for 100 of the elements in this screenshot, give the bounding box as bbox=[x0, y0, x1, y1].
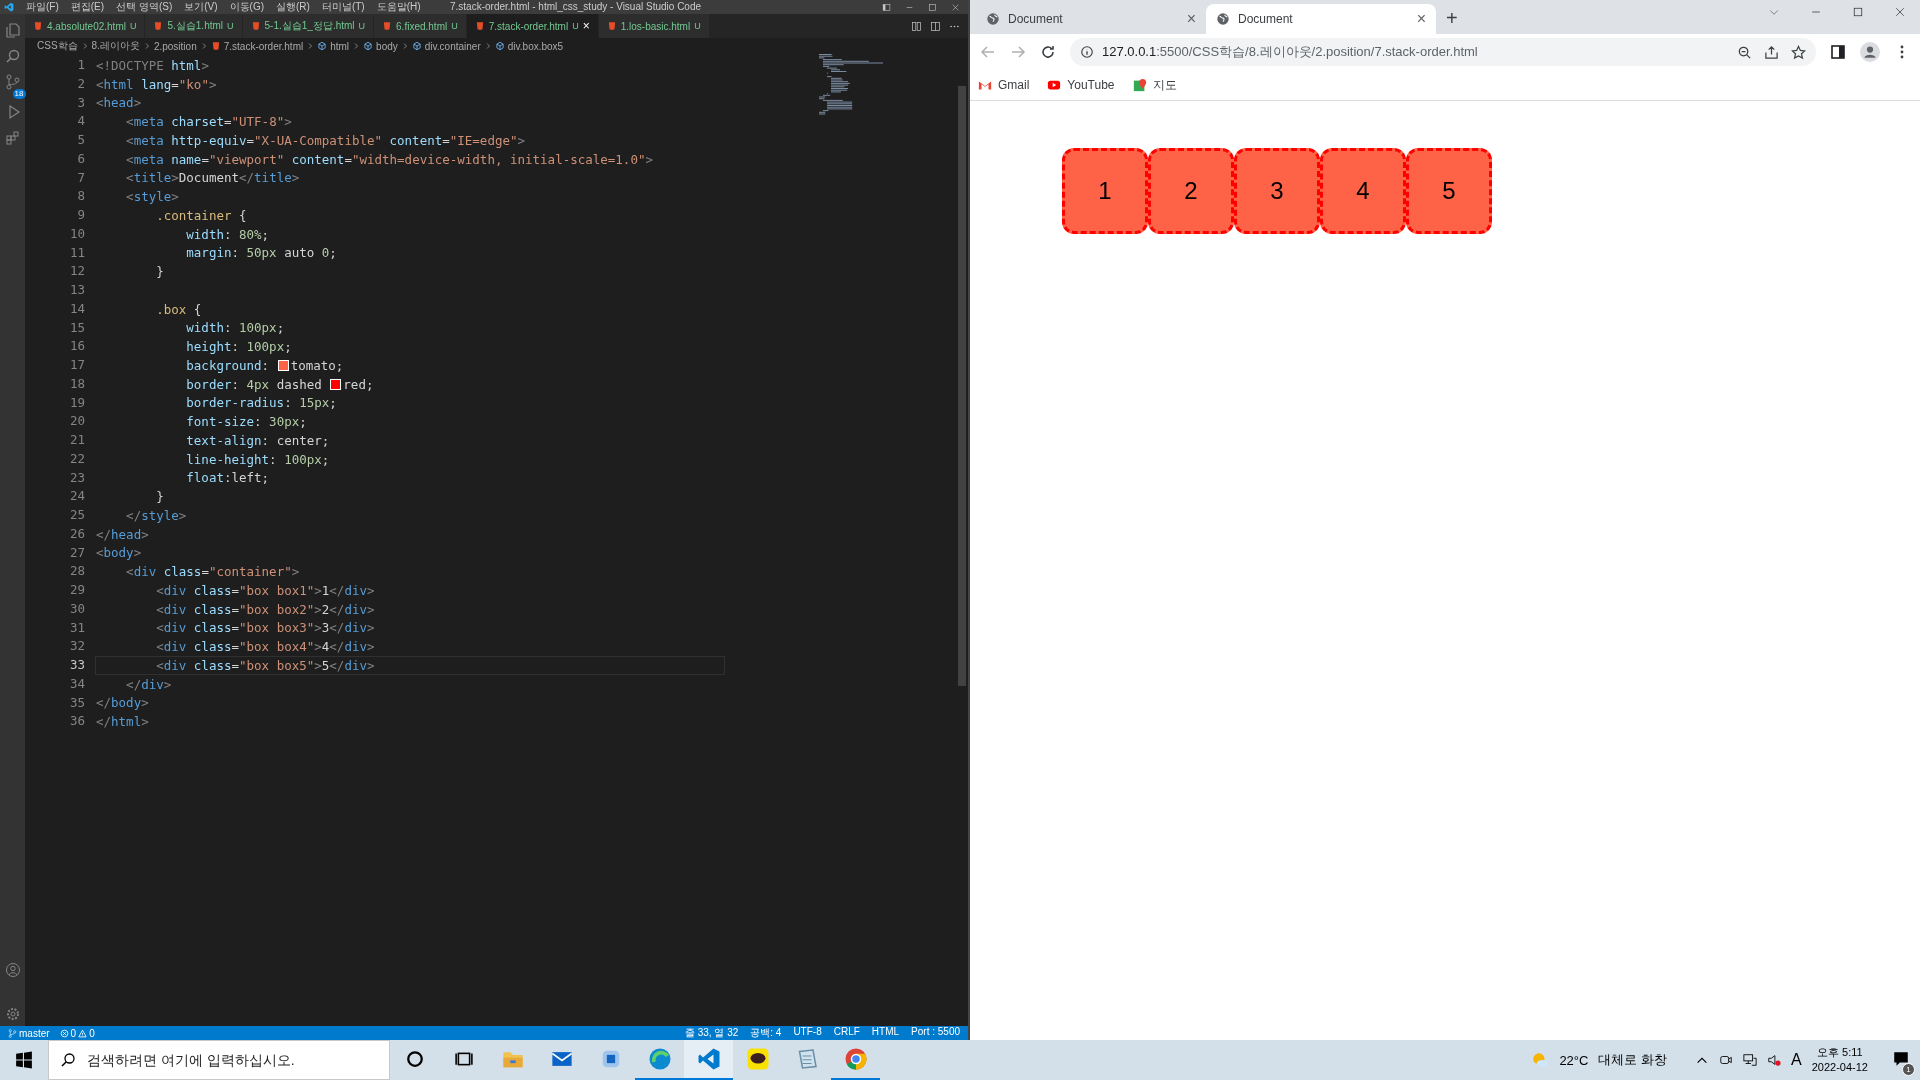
account-icon[interactable] bbox=[4, 962, 21, 978]
edge-icon[interactable] bbox=[647, 1047, 672, 1071]
chat-bubble-icon[interactable] bbox=[745, 1047, 770, 1071]
encoding-label[interactable]: UTF-8 bbox=[793, 1026, 822, 1040]
menu-item[interactable]: 편집(E) bbox=[70, 0, 105, 14]
map-pin-icon[interactable] bbox=[1132, 78, 1147, 92]
line-number: 2 bbox=[76, 74, 86, 93]
editor-tab[interactable]: 5.실습1.html U bbox=[145, 14, 243, 38]
code-text: red; bbox=[343, 375, 374, 393]
task-view-icon[interactable] bbox=[454, 1050, 473, 1068]
menu-item[interactable]: 실행(R) bbox=[276, 0, 310, 14]
editor-tab[interactable]: 5-1.실습1_정답.html U bbox=[242, 14, 375, 38]
breadcrumb-item[interactable]: div.container bbox=[424, 40, 481, 52]
code-line: float:left; bbox=[185, 469, 270, 487]
weather-text[interactable]: 대체로 화창 bbox=[1598, 1051, 1668, 1069]
tab-label: 4.absolute02.html bbox=[47, 20, 126, 32]
side-panel-icon[interactable] bbox=[1830, 44, 1846, 60]
star-icon[interactable] bbox=[1791, 44, 1806, 60]
language-label[interactable]: HTML bbox=[871, 1026, 900, 1040]
breadcrumb-item[interactable]: 8.레이아웃 bbox=[91, 39, 140, 53]
menu-item[interactable]: 보기(V) bbox=[184, 0, 218, 14]
maximize-icon[interactable] bbox=[1852, 6, 1864, 18]
numbered-box: 1 bbox=[1062, 148, 1148, 234]
editor-tab[interactable]: 1.los-basic.html U bbox=[598, 14, 710, 38]
temperature[interactable]: 22°C bbox=[1559, 1052, 1589, 1068]
menu-item[interactable]: 이동(G) bbox=[229, 0, 265, 14]
close-button[interactable]: × bbox=[1186, 10, 1196, 28]
color-swatch-icon[interactable] bbox=[330, 378, 342, 390]
source-control-icon[interactable] bbox=[4, 74, 21, 90]
code-text: tomato; bbox=[290, 356, 344, 374]
branch-icon[interactable] bbox=[8, 1028, 17, 1038]
editor-tab[interactable]: 7.stack-order.html U × bbox=[466, 14, 599, 38]
warning-icon[interactable] bbox=[78, 1028, 88, 1038]
breadcrumb-item[interactable]: 7.stack-order.html bbox=[223, 40, 304, 52]
editor-tab[interactable]: 4.absolute02.html U bbox=[25, 14, 146, 38]
line-number: 35 bbox=[68, 693, 86, 712]
bookmark[interactable]: Gmail bbox=[978, 78, 1030, 92]
bookmark[interactable]: YouTube bbox=[1047, 78, 1115, 92]
code-line: text-align: center; bbox=[185, 431, 330, 449]
windows-logo-icon[interactable] bbox=[15, 1051, 33, 1069]
code-line: width: 80%; bbox=[185, 225, 270, 243]
zoom-out-icon[interactable] bbox=[1737, 44, 1752, 60]
reload-icon[interactable] bbox=[1040, 44, 1056, 60]
profile-icon[interactable] bbox=[1860, 42, 1880, 62]
indent-setting[interactable]: 공백: 4 bbox=[750, 1026, 782, 1040]
search-field[interactable]: 검색하려면 여기에 입력하십시오. bbox=[48, 1040, 390, 1080]
breadcrumb-item[interactable]: html bbox=[330, 40, 350, 52]
new-tab-button[interactable]: + bbox=[1446, 7, 1458, 30]
address-bar[interactable]: 127.0.0.1:5500/CSS학습/8.레이아웃/2.position/7.stack-order.html bbox=[1070, 38, 1816, 66]
menu-item[interactable]: 파일(F) bbox=[26, 0, 59, 14]
cursor-position[interactable]: 줄 33, 열 32 bbox=[684, 1026, 739, 1040]
share-icon[interactable] bbox=[1764, 44, 1779, 60]
extensions-icon[interactable] bbox=[4, 130, 21, 146]
bookmark[interactable]: 지도 bbox=[1132, 76, 1177, 94]
browser-tab[interactable]: Document × bbox=[1206, 4, 1436, 34]
code-line: font-size: 30px; bbox=[185, 413, 307, 431]
speaker-muted-icon[interactable] bbox=[1767, 1053, 1782, 1067]
breadcrumb-item[interactable]: div.box.box5 bbox=[507, 40, 564, 52]
chevron-right-icon bbox=[306, 42, 315, 50]
browser-tab[interactable]: Document × bbox=[976, 4, 1206, 34]
error-icon[interactable] bbox=[59, 1028, 69, 1038]
numbered-box: 4 bbox=[1320, 148, 1406, 234]
branch-label[interactable]: master bbox=[19, 1027, 50, 1039]
live-server-port[interactable]: Port : 5500 bbox=[911, 1026, 960, 1040]
clock[interactable]: 오후 5:11 2022-04-12 bbox=[1811, 1045, 1868, 1075]
status-letter: U bbox=[451, 21, 458, 31]
menu-item[interactable]: 터미널(T) bbox=[321, 0, 365, 14]
search-icon[interactable] bbox=[4, 48, 21, 64]
circle-icon[interactable] bbox=[405, 1050, 424, 1068]
breadcrumb-item[interactable]: body bbox=[376, 40, 398, 52]
ime-indicator[interactable]: A bbox=[1791, 1051, 1802, 1069]
close-icon[interactable] bbox=[1894, 6, 1906, 18]
files-icon[interactable] bbox=[4, 22, 21, 38]
close-button[interactable]: × bbox=[582, 19, 590, 33]
menu-item[interactable]: 선택 영역(S) bbox=[116, 0, 173, 14]
error-count[interactable]: 0 bbox=[70, 1027, 77, 1039]
close-button[interactable]: × bbox=[1416, 10, 1426, 28]
code-line: </div> bbox=[125, 675, 172, 693]
breadcrumb-item[interactable]: 2.position bbox=[153, 40, 197, 52]
menu-item[interactable]: 도움말(H) bbox=[376, 0, 421, 14]
notification-badge: 1 bbox=[1902, 1062, 1915, 1076]
vscode-icon[interactable] bbox=[696, 1047, 721, 1071]
play-icon[interactable] bbox=[1047, 78, 1062, 92]
line-number: 12 bbox=[68, 262, 86, 281]
split-editor-icon[interactable] bbox=[930, 20, 941, 32]
layout-icon[interactable] bbox=[882, 2, 891, 12]
eol-label[interactable]: CRLF bbox=[833, 1026, 860, 1040]
breadcrumb-item[interactable]: CSS학습 bbox=[37, 39, 78, 53]
camera-icon[interactable] bbox=[1719, 1053, 1734, 1067]
notification-icon[interactable] bbox=[1892, 1049, 1910, 1068]
chrome-icon[interactable] bbox=[843, 1047, 868, 1071]
tab-label: 5-1.실습1_정답.html bbox=[264, 19, 355, 33]
scrollbar-thumb[interactable] bbox=[958, 86, 966, 686]
network-icon[interactable] bbox=[1743, 1053, 1758, 1067]
compare-icon[interactable] bbox=[911, 20, 922, 32]
warning-count[interactable]: 0 bbox=[89, 1027, 95, 1039]
color-swatch-icon[interactable] bbox=[277, 359, 289, 371]
editor-tab[interactable]: 6.fixed.html U bbox=[374, 14, 467, 38]
settings-icon[interactable] bbox=[4, 1006, 21, 1022]
count-badge: 18 bbox=[12, 89, 26, 99]
